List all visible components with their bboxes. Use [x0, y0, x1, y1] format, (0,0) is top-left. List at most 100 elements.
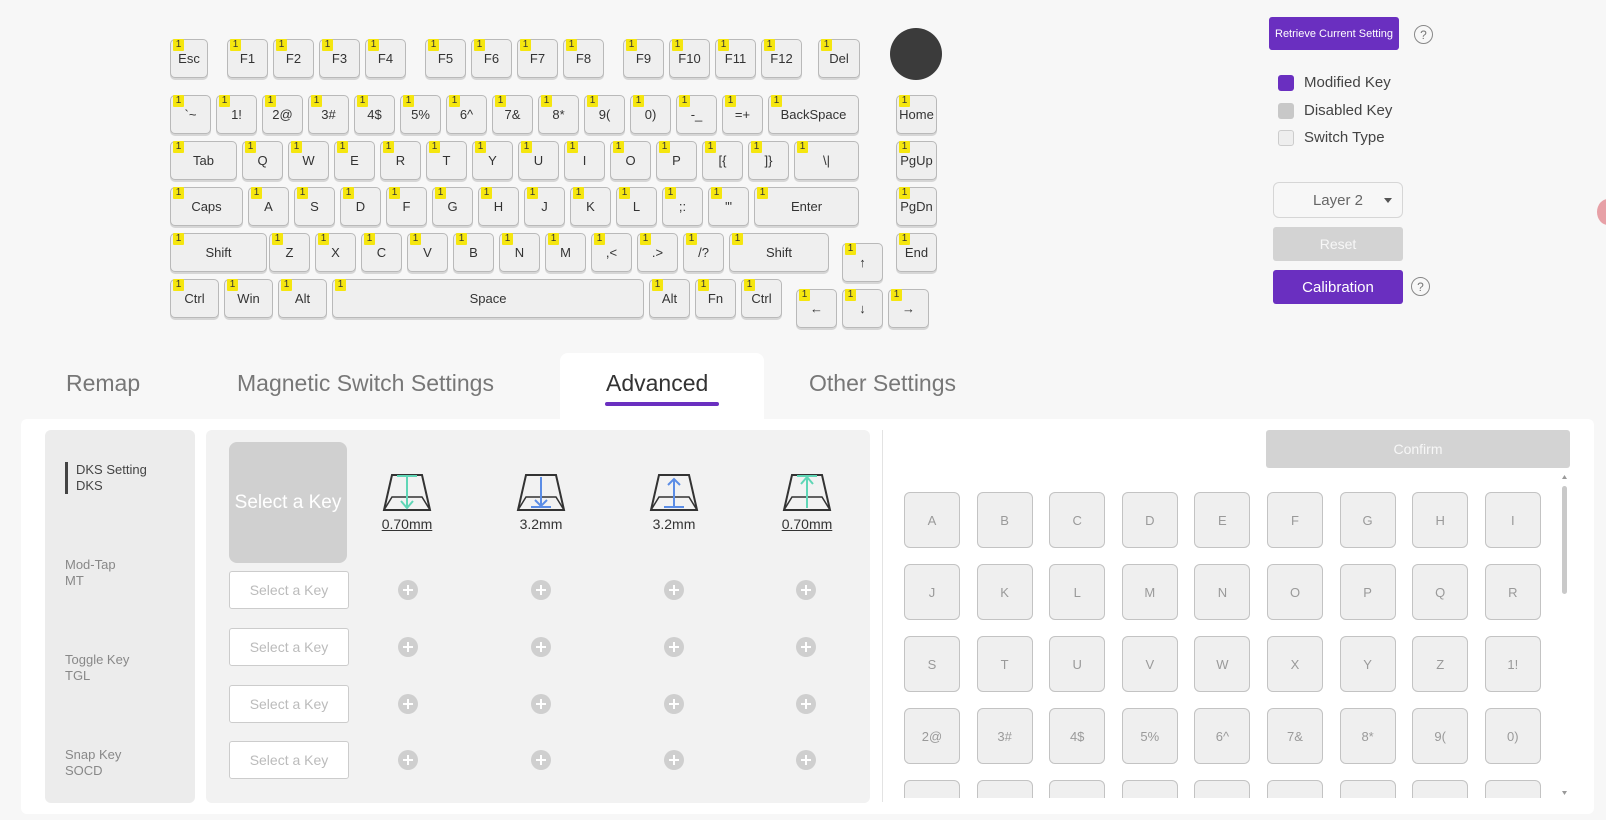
key-5[interactable]: 1 5% — [400, 95, 441, 134]
picker-key[interactable]: X — [1267, 636, 1323, 692]
key-rshift[interactable]: 1 Shift — [729, 233, 829, 272]
key-comma[interactable]: 1 ,< — [591, 233, 632, 272]
picker-key[interactable]: U — [1049, 636, 1106, 692]
picker-key[interactable]: 4$ — [1049, 708, 1106, 764]
picker-key[interactable]: J — [904, 564, 960, 620]
sidebar-item-snap-key[interactable]: Snap Key SOCD — [65, 747, 121, 779]
reset-button[interactable]: Reset — [1273, 227, 1403, 261]
key-quote[interactable]: 1 '" — [708, 187, 749, 226]
add-action-icon[interactable] — [398, 694, 418, 714]
key-m[interactable]: 1M — [545, 233, 586, 272]
key-j[interactable]: 1J — [524, 187, 565, 226]
key-pgup[interactable]: 1 PgUp — [896, 141, 937, 180]
key-x[interactable]: 1X — [315, 233, 356, 272]
key-esc[interactable]: 1 Esc — [170, 39, 208, 78]
key-g[interactable]: 1G — [432, 187, 473, 226]
key-minus[interactable]: 1 -_ — [676, 95, 717, 134]
calibration-button[interactable]: Calibration — [1273, 270, 1403, 304]
tab-other-settings[interactable]: Other Settings — [809, 370, 956, 397]
picker-key[interactable]: 5% — [1121, 708, 1178, 764]
add-action-icon[interactable] — [531, 750, 551, 770]
picker-key[interactable]: N — [1194, 564, 1251, 620]
key-backslash[interactable]: 1 \| — [794, 141, 859, 180]
key-slash[interactable]: 1/? — [683, 233, 724, 272]
picker-key[interactable]: Y — [1339, 636, 1396, 692]
key-pgdn[interactable]: 1 PgDn — [896, 187, 937, 226]
picker-key[interactable]: R — [1484, 564, 1541, 620]
key-f7[interactable]: 1 F7 — [517, 39, 558, 78]
dks-select-key-main[interactable]: Select a Key — [229, 442, 347, 563]
dks-select-key-row[interactable]: Select a Key — [229, 628, 349, 666]
confirm-button[interactable]: Confirm — [1266, 430, 1570, 468]
key-p[interactable]: 1P — [656, 141, 697, 180]
picker-key[interactable] — [1267, 780, 1323, 798]
key-f8[interactable]: 1 F8 — [563, 39, 604, 78]
key-equal[interactable]: 1 =+ — [722, 95, 763, 134]
picker-key[interactable]: S — [904, 636, 960, 692]
sidebar-item-toggle-key[interactable]: Toggle Key TGL — [65, 652, 129, 684]
picker-key[interactable]: 9( — [1412, 708, 1469, 764]
retrieve-help-icon[interactable]: ? — [1414, 25, 1433, 44]
add-action-icon[interactable] — [796, 694, 816, 714]
press-start-travel[interactable]: 0.70mm — [367, 516, 447, 532]
add-action-icon[interactable] — [398, 750, 418, 770]
key-home[interactable]: 1 Home — [896, 95, 937, 134]
key-y[interactable]: 1Y — [472, 141, 513, 180]
key-f10[interactable]: 1 F10 — [669, 39, 710, 78]
key-rbracket[interactable]: 1]} — [748, 141, 789, 180]
picker-key[interactable]: E — [1194, 492, 1251, 548]
key-n[interactable]: 1N — [499, 233, 540, 272]
key-lctrl[interactable]: 1 Ctrl — [170, 279, 219, 318]
key-q[interactable]: 1Q — [242, 141, 283, 180]
key-9[interactable]: 1 9( — [584, 95, 625, 134]
picker-key[interactable]: P — [1339, 564, 1396, 620]
tab-magnetic-switch-settings[interactable]: Magnetic Switch Settings — [237, 370, 494, 397]
key-right[interactable]: 1 → — [888, 289, 929, 328]
add-action-icon[interactable] — [531, 637, 551, 657]
add-action-icon[interactable] — [796, 750, 816, 770]
sidebar-item-dks[interactable]: DKS Setting DKS — [65, 462, 147, 494]
picker-key[interactable]: A — [904, 492, 960, 548]
key-f6[interactable]: 1 F6 — [471, 39, 512, 78]
key-u[interactable]: 1U — [518, 141, 559, 180]
key-a[interactable]: 1A — [248, 187, 289, 226]
key-f12[interactable]: 1 F12 — [761, 39, 802, 78]
key-3[interactable]: 1 3# — [308, 95, 349, 134]
key-l[interactable]: 1L — [616, 187, 657, 226]
tab-advanced[interactable]: Advanced — [606, 370, 708, 397]
layer-select[interactable]: Layer 2 — [1273, 182, 1403, 218]
key-c[interactable]: 1C — [361, 233, 402, 272]
add-action-icon[interactable] — [664, 580, 684, 600]
key-0[interactable]: 1 0) — [630, 95, 671, 134]
picker-key[interactable]: 8* — [1339, 708, 1396, 764]
key-space[interactable]: 1 Space — [332, 279, 644, 318]
add-action-icon[interactable] — [664, 694, 684, 714]
retrieve-setting-button[interactable]: Retrieve Current Setting — [1269, 17, 1399, 50]
key-6[interactable]: 1 6^ — [446, 95, 487, 134]
picker-scroll-thumb[interactable] — [1562, 486, 1567, 594]
picker-key[interactable]: 6^ — [1194, 708, 1251, 764]
dks-select-key-row[interactable]: Select a Key — [229, 685, 349, 723]
picker-key[interactable] — [1049, 780, 1106, 798]
key-2[interactable]: 1 2@ — [262, 95, 303, 134]
key-v[interactable]: 1V — [407, 233, 448, 272]
key-ralt[interactable]: 1 Alt — [649, 279, 690, 318]
key-w[interactable]: 1W — [288, 141, 329, 180]
picker-key[interactable]: V — [1121, 636, 1178, 692]
picker-key[interactable] — [1412, 780, 1469, 798]
add-action-icon[interactable] — [796, 637, 816, 657]
key-fn[interactable]: 1 Fn — [695, 279, 736, 318]
picker-key[interactable]: L — [1049, 564, 1106, 620]
picker-key[interactable] — [904, 780, 960, 798]
key-o[interactable]: 1O — [610, 141, 651, 180]
dks-select-key-row[interactable]: Select a Key — [229, 571, 349, 609]
key-f2[interactable]: 1 F2 — [273, 39, 314, 78]
key-del[interactable]: 1 Del — [818, 39, 860, 78]
key-tab[interactable]: 1 Tab — [170, 141, 237, 180]
key-b[interactable]: 1B — [453, 233, 494, 272]
picker-key[interactable]: W — [1194, 636, 1251, 692]
add-action-icon[interactable] — [531, 694, 551, 714]
tab-remap[interactable]: Remap — [66, 370, 140, 397]
key-r[interactable]: 1R — [380, 141, 421, 180]
key-lshift[interactable]: 1 Shift — [170, 233, 267, 272]
